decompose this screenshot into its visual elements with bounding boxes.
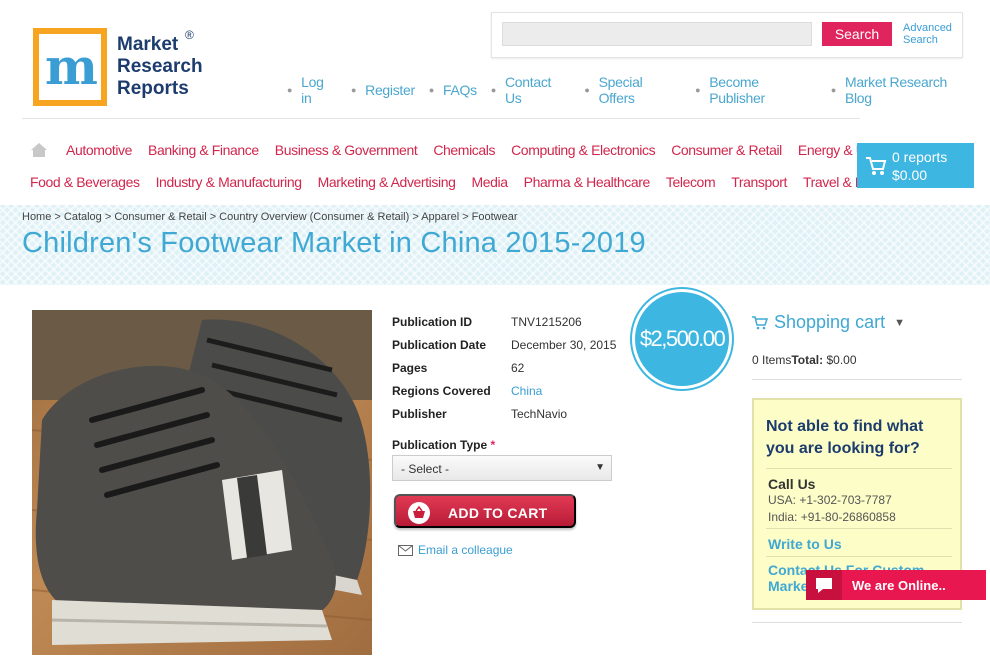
search-button[interactable]: Search bbox=[822, 22, 892, 46]
nav-consumer-retail[interactable]: Consumer & Retail bbox=[671, 142, 782, 158]
search-panel: Search Advanced Search bbox=[491, 12, 963, 58]
become-publisher-link[interactable]: ● Become Publisher bbox=[695, 74, 817, 106]
chat-widget[interactable]: We are Online.. bbox=[806, 570, 986, 600]
blog-link[interactable]: ● Market Research Blog bbox=[831, 74, 976, 106]
detail-row: Publication ID TNV1215206 bbox=[392, 314, 582, 329]
bullet-icon: ● bbox=[584, 85, 590, 95]
sneakers-illustration bbox=[32, 310, 372, 645]
divider bbox=[752, 622, 962, 623]
write-to-us-link[interactable]: Write to Us bbox=[768, 536, 842, 552]
divider bbox=[766, 528, 952, 529]
help-title: Not able to find what you are looking fo… bbox=[766, 418, 924, 457]
price-badge: $2,500.00 bbox=[632, 289, 732, 389]
divider bbox=[752, 379, 962, 380]
detail-row: Publisher TechNavio bbox=[392, 406, 568, 421]
region-link-china[interactable]: China bbox=[511, 384, 542, 398]
advanced-search-link[interactable]: Advanced Search bbox=[903, 22, 963, 46]
publisher: TechNavio bbox=[511, 406, 568, 421]
top-links: ● Log in ● Register ● FAQs ● Contact Us ● Spe… bbox=[287, 74, 990, 106]
chevron-down-icon: ▼ bbox=[894, 316, 905, 329]
page-title: Children's Footwear Market in China 2015… bbox=[22, 227, 646, 259]
basket-icon bbox=[408, 502, 430, 524]
chat-bubble-icon bbox=[806, 570, 842, 600]
usa-phone: USA: +1-302-703-7787 bbox=[768, 493, 892, 507]
faqs-link[interactable]: ● FAQs bbox=[429, 74, 477, 106]
cart-icon bbox=[866, 157, 887, 175]
shopping-cart-summary: 0 ItemsTotal: $0.00 bbox=[752, 353, 857, 367]
register-link[interactable]: ● Register bbox=[351, 74, 415, 106]
bullet-icon: ● bbox=[830, 85, 836, 95]
email-colleague-link[interactable]: Email a colleague bbox=[398, 543, 513, 557]
envelope-icon bbox=[398, 544, 413, 556]
nav-business-government[interactable]: Business & Government bbox=[275, 142, 418, 158]
header-cart-button[interactable]: 0 reports $0.00 bbox=[857, 143, 974, 188]
product-image bbox=[32, 310, 372, 655]
detail-row: Regions Covered China bbox=[392, 383, 543, 398]
bullet-icon: ● bbox=[428, 85, 435, 95]
divider bbox=[766, 556, 952, 557]
nav-marketing-advertising[interactable]: Marketing & Advertising bbox=[318, 174, 456, 190]
nav-food-beverages[interactable]: Food & Beverages bbox=[30, 174, 140, 190]
home-icon[interactable] bbox=[30, 142, 48, 158]
nav-banking-finance[interactable]: Banking & Finance bbox=[148, 142, 259, 158]
category-nav-row-2: Food & Beverages Industry & Manufacturin… bbox=[30, 174, 914, 190]
bullet-icon: ● bbox=[490, 85, 496, 95]
contact-us-link[interactable]: ● Contact Us bbox=[491, 74, 571, 106]
breadcrumb[interactable]: Home > Catalog > Consumer & Retail > Cou… bbox=[22, 211, 518, 223]
nav-transport[interactable]: Transport bbox=[731, 174, 787, 190]
pages-count: 62 bbox=[511, 360, 525, 375]
bullet-icon: ● bbox=[695, 85, 701, 95]
search-input[interactable] bbox=[502, 22, 812, 46]
logo-letter: m bbox=[45, 37, 98, 96]
special-offers-link[interactable]: ● Special Offers bbox=[584, 74, 681, 106]
nav-automotive[interactable]: Automotive bbox=[66, 142, 132, 158]
detail-row: Pages 62 bbox=[392, 360, 525, 375]
product-details: Publication ID TNV1215206 Publication Dat… bbox=[392, 310, 616, 425]
logo-wordmark: Market Research Reports bbox=[117, 34, 203, 99]
nav-pharma-healthcare[interactable]: Pharma & Healthcare bbox=[524, 174, 651, 190]
registered-mark: ® bbox=[185, 28, 194, 42]
site-logo[interactable]: m Market Research Reports ® bbox=[33, 28, 203, 108]
title-banner: Home > Catalog > Consumer & Retail > Cou… bbox=[0, 205, 990, 285]
india-phone: India: +91-80-26860858 bbox=[768, 510, 896, 524]
shopping-cart-toggle[interactable]: Shopping cart ▼ bbox=[752, 312, 905, 333]
nav-industry-manufacturing[interactable]: Industry & Manufacturing bbox=[156, 174, 302, 190]
cart-summary: 0 reports $0.00 bbox=[892, 149, 948, 183]
nav-chemicals[interactable]: Chemicals bbox=[433, 142, 495, 158]
detail-row: Publication Date December 30, 2015 bbox=[392, 337, 617, 352]
nav-computing-electronics[interactable]: Computing & Electronics bbox=[511, 142, 655, 158]
category-nav-row-1: Automotive Banking & Finance Business & … bbox=[30, 142, 913, 158]
nav-telecom[interactable]: Telecom bbox=[666, 174, 716, 190]
logo-mark: m bbox=[33, 28, 107, 106]
login-link[interactable]: ● Log in bbox=[287, 74, 337, 106]
publication-type-select[interactable]: - Select - ▼ bbox=[392, 455, 612, 481]
bullet-icon: ● bbox=[351, 85, 357, 95]
publication-date: December 30, 2015 bbox=[511, 337, 617, 352]
publication-id: TNV1215206 bbox=[511, 314, 582, 329]
divider bbox=[766, 468, 952, 469]
add-to-cart-button[interactable]: ADD TO CART bbox=[394, 494, 576, 528]
nav-media[interactable]: Media bbox=[471, 174, 508, 190]
publication-type-label: Publication Type * bbox=[392, 438, 496, 452]
divider bbox=[22, 118, 860, 119]
bullet-icon: ● bbox=[287, 85, 293, 95]
call-us-title: Call Us bbox=[768, 476, 816, 492]
cart-icon bbox=[752, 315, 768, 329]
caret-down-icon: ▼ bbox=[595, 462, 605, 473]
